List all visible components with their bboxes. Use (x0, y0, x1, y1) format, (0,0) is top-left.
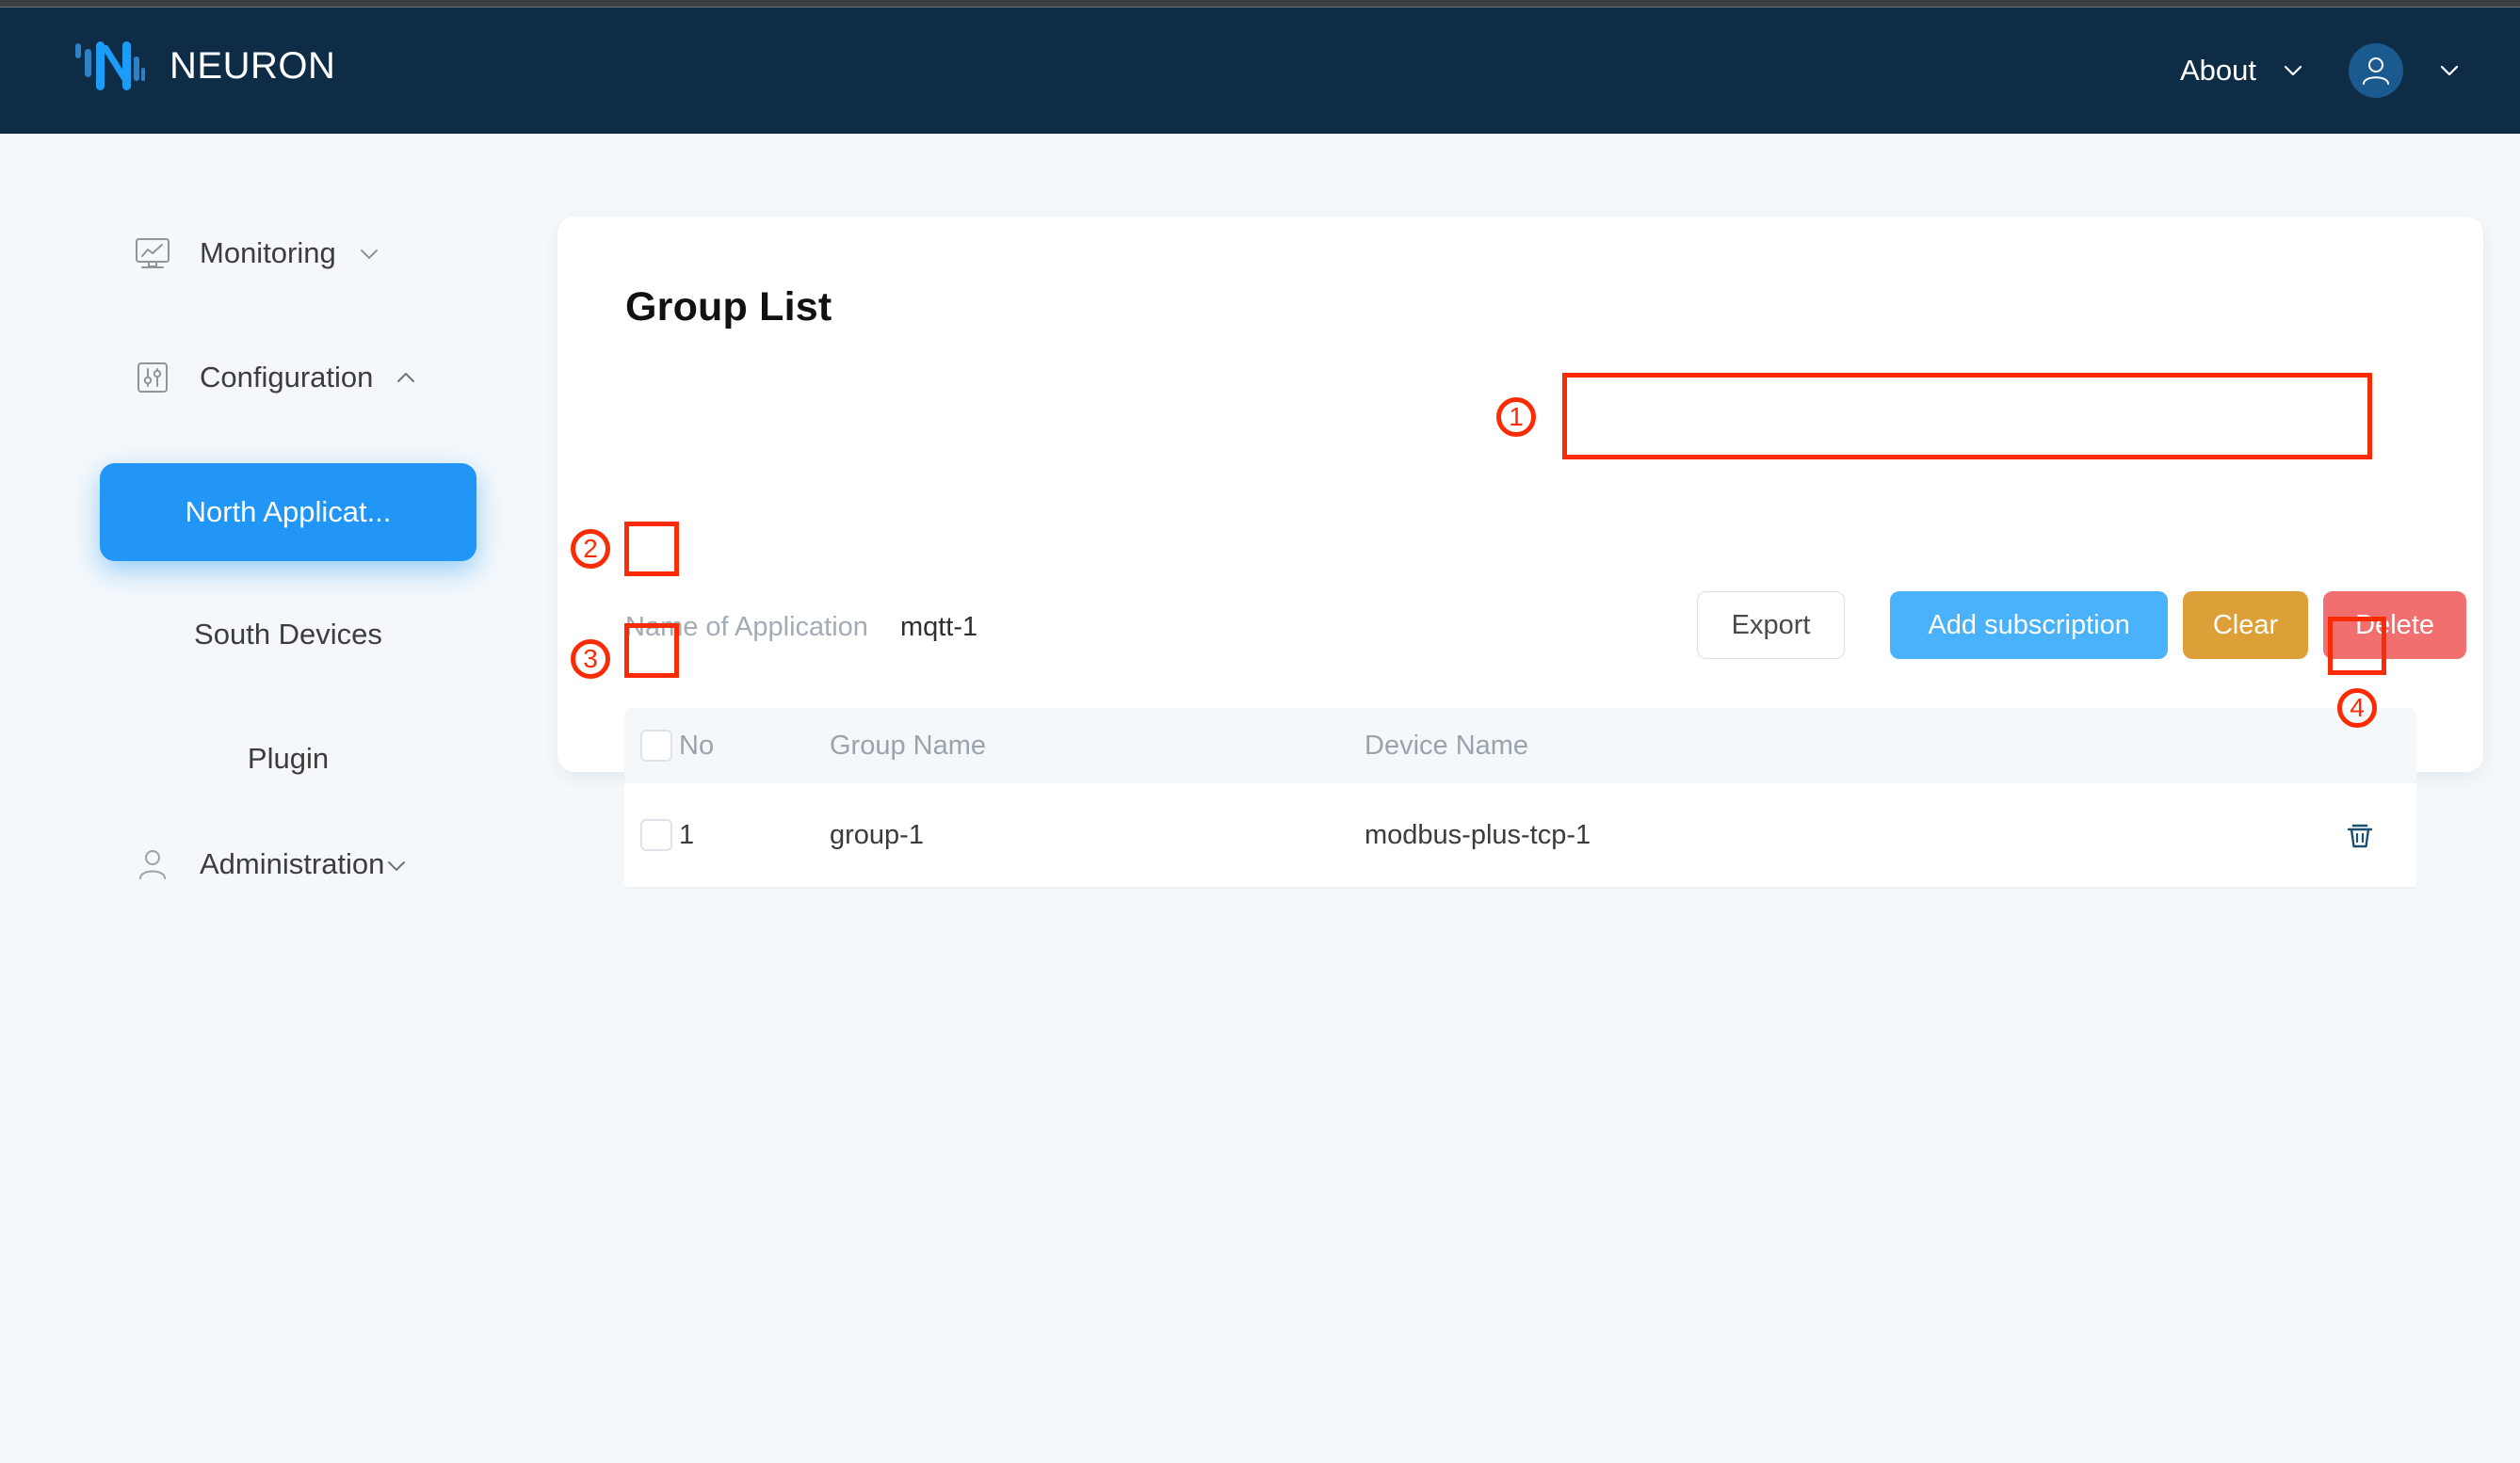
sidebar-item-label: South Devices (194, 618, 382, 651)
application-name-row: Name of Application mqtt-1 (625, 612, 977, 643)
group-table: No Group Name Device Name 1 group-1 modb… (624, 708, 2416, 889)
sidebar-item-label: Plugin (247, 742, 330, 775)
cell-device-name: modbus-plus-tcp-1 (1365, 819, 1591, 850)
chevron-up-icon (394, 365, 418, 390)
table-row[interactable]: 1 group-1 modbus-plus-tcp-1 (624, 783, 2416, 889)
header-right-controls: About (2180, 8, 2462, 134)
neuron-logo-icon (73, 36, 145, 96)
action-toolbar: Export Add subscription Clear Delete (1696, 591, 2466, 659)
app-screen: NEURON About Monitoring Configuration No… (0, 0, 2520, 1463)
select-all-checkbox[interactable] (640, 730, 672, 762)
column-header-group-name: Group Name (830, 730, 987, 761)
row-actions-cell (2303, 814, 2416, 856)
cell-no: 1 (679, 819, 695, 850)
column-header-no: No (679, 730, 715, 761)
cell-group-name: group-1 (830, 819, 924, 850)
group-list-card: Group List Name of Application mqtt-1 Ex… (557, 217, 2483, 889)
add-subscription-button[interactable]: Add subscription (1890, 591, 2168, 659)
sidebar-group-configuration[interactable]: Configuration (132, 357, 418, 398)
sidebar: Monitoring Configuration North Applicat.… (0, 134, 557, 1463)
user-outline-icon (132, 844, 173, 885)
delete-button[interactable]: Delete (2323, 591, 2466, 659)
browser-chrome-strip (0, 0, 2520, 8)
sidebar-item-north-applications[interactable]: North Applicat... (100, 463, 477, 561)
sidebar-group-label: Administration (200, 847, 385, 880)
user-avatar-icon[interactable] (2349, 43, 2403, 98)
about-menu[interactable]: About (2180, 54, 2349, 88)
brand-name: NEURON (170, 44, 336, 87)
sidebar-group-administration[interactable]: Administration (132, 844, 409, 885)
select-all-cell (624, 730, 679, 762)
monitor-chart-icon (132, 233, 173, 274)
user-menu-chevron-down-icon[interactable] (2437, 58, 2462, 83)
row-select-cell (624, 819, 679, 851)
sidebar-item-south-devices[interactable]: South Devices (100, 586, 477, 683)
export-button[interactable]: Export (1696, 591, 1846, 659)
application-name-label: Name of Application (625, 612, 868, 642)
trash-icon[interactable] (2339, 814, 2381, 856)
application-name-value: mqtt-1 (899, 612, 978, 642)
chevron-down-icon (357, 241, 381, 265)
page-title: Group List (625, 284, 832, 330)
brand[interactable]: NEURON (73, 36, 335, 96)
chevron-down-icon (384, 852, 409, 876)
sidebar-item-plugin[interactable]: Plugin (100, 710, 477, 808)
about-label: About (2179, 54, 2256, 87)
chevron-down-icon (2281, 58, 2305, 83)
row-checkbox[interactable] (640, 819, 672, 851)
table-header-row: No Group Name Device Name (624, 708, 2416, 783)
clear-button[interactable]: Clear (2182, 591, 2309, 659)
sidebar-item-label: North Applicat... (185, 495, 392, 528)
sliders-icon (132, 357, 173, 398)
column-header-device-name: Device Name (1365, 730, 1529, 761)
sidebar-group-monitoring[interactable]: Monitoring (132, 233, 381, 274)
sidebar-group-label: Configuration (200, 361, 374, 394)
sidebar-group-label: Monitoring (200, 236, 336, 269)
app-header: NEURON About (0, 8, 2520, 134)
